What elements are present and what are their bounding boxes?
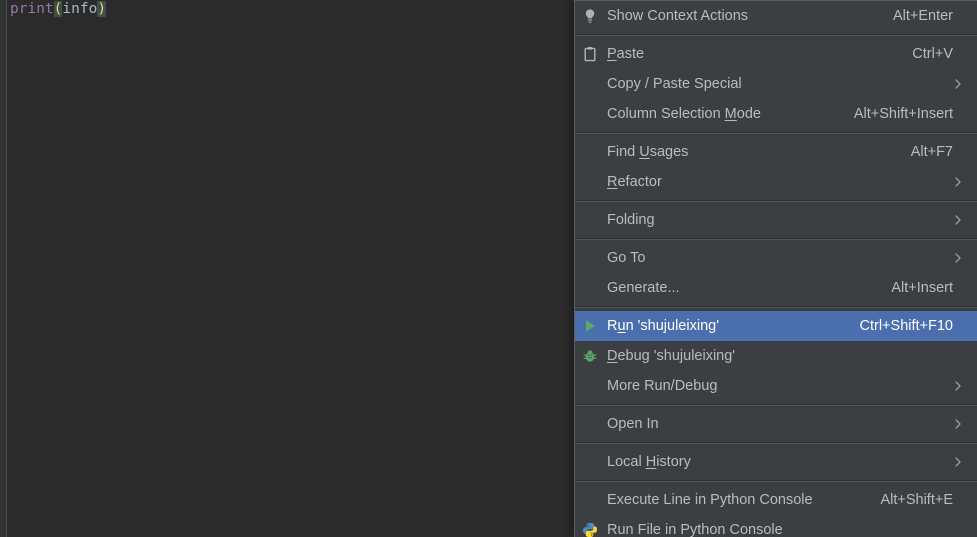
menu-item-label: Copy / Paste Special xyxy=(607,76,742,92)
menu-separator xyxy=(575,442,977,444)
menu-item-run-file-in-python-console[interactable]: Run File in Python Console xyxy=(575,515,977,537)
menu-item-icon-slot xyxy=(575,69,605,99)
context-menu[interactable]: Show Context Actions Alt+Enter Paste Ctrl+V… xyxy=(574,0,977,537)
menu-item-open-in[interactable]: Open In xyxy=(575,409,977,439)
menu-item-shortcut: Ctrl+Shift+F10 xyxy=(859,318,954,334)
menu-separator xyxy=(575,306,977,308)
menu-item-label: Folding xyxy=(607,212,655,228)
context-menu-list: Show Context Actions Alt+Enter Paste Ctrl+V… xyxy=(575,1,977,537)
menu-item-label: Debug 'shujuleixing' xyxy=(607,348,736,364)
menu-item-folding[interactable]: Folding xyxy=(575,205,977,235)
menu-item-label: Local History xyxy=(607,454,691,470)
menu-separator xyxy=(575,132,977,134)
menu-item-icon-slot xyxy=(575,205,605,235)
menu-item-shortcut: Alt+Insert xyxy=(891,280,953,296)
menu-item-label: Generate... xyxy=(607,280,680,296)
menu-item-debug-shujuleixing[interactable]: Debug 'shujuleixing' xyxy=(575,341,977,371)
menu-item-label: Go To xyxy=(607,250,646,266)
menu-item-run-shujuleixing[interactable]: Run 'shujuleixing' Ctrl+Shift+F10 xyxy=(575,311,977,341)
lightbulb-icon xyxy=(575,1,605,31)
chevron-right-icon xyxy=(953,380,967,392)
screen: print(info) Show Context Actions Alt+Ente… xyxy=(0,0,977,537)
menu-item-icon-slot xyxy=(575,273,605,303)
menu-separator xyxy=(575,480,977,482)
menu-item-copy-paste-special[interactable]: Copy / Paste Special xyxy=(575,69,977,99)
menu-item-icon-slot xyxy=(575,243,605,273)
menu-item-shortcut: Alt+Shift+E xyxy=(880,492,953,508)
menu-item-icon-slot xyxy=(575,371,605,401)
menu-item-shortcut: Alt+Enter xyxy=(892,8,953,24)
menu-item-shortcut: Ctrl+V xyxy=(912,46,953,62)
menu-item-label: Refactor xyxy=(607,174,662,190)
chevron-right-icon xyxy=(953,418,967,430)
menu-item-label: Paste xyxy=(607,46,645,62)
menu-item-icon-slot xyxy=(575,137,605,167)
menu-separator xyxy=(575,404,977,406)
code-token-function: print xyxy=(10,1,54,17)
menu-item-icon-slot xyxy=(575,99,605,129)
menu-item-shortcut: Alt+Shift+Insert xyxy=(853,106,953,122)
python-icon xyxy=(575,515,605,537)
menu-item-label: More Run/Debug xyxy=(607,378,718,394)
menu-item-icon-slot xyxy=(575,409,605,439)
menu-item-find-usages[interactable]: Find Usages Alt+F7 xyxy=(575,137,977,167)
chevron-right-icon xyxy=(953,252,967,264)
menu-item-icon-slot xyxy=(575,485,605,515)
debug-icon xyxy=(575,341,605,371)
chevron-right-icon xyxy=(953,214,967,226)
menu-separator xyxy=(575,200,977,202)
menu-item-go-to[interactable]: Go To xyxy=(575,243,977,273)
menu-item-label: Execute Line in Python Console xyxy=(607,492,813,508)
menu-item-label: Run File in Python Console xyxy=(607,522,783,537)
chevron-right-icon xyxy=(953,78,967,90)
menu-item-execute-line-in-python-console[interactable]: Execute Line in Python Console Alt+Shift+… xyxy=(575,485,977,515)
menu-item-label: Column Selection Mode xyxy=(607,106,761,122)
menu-item-icon-slot xyxy=(575,167,605,197)
menu-item-shortcut: Alt+F7 xyxy=(910,144,953,160)
menu-separator xyxy=(575,34,977,36)
menu-separator xyxy=(575,238,977,240)
menu-item-refactor[interactable]: Refactor xyxy=(575,167,977,197)
menu-item-generate[interactable]: Generate... Alt+Insert xyxy=(575,273,977,303)
clipboard-icon xyxy=(575,39,605,69)
menu-item-icon-slot xyxy=(575,447,605,477)
chevron-right-icon xyxy=(953,456,967,468)
chevron-right-icon xyxy=(953,176,967,188)
menu-item-paste[interactable]: Paste Ctrl+V xyxy=(575,39,977,69)
menu-item-label: Find Usages xyxy=(607,144,689,160)
code-line-1: print(info) xyxy=(10,0,107,19)
code-token-close-paren: ) xyxy=(97,1,107,17)
menu-item-show-context-actions[interactable]: Show Context Actions Alt+Enter xyxy=(575,1,977,31)
menu-item-label: Show Context Actions xyxy=(607,8,749,24)
menu-item-label: Run 'shujuleixing' xyxy=(607,318,719,334)
menu-item-label: Open In xyxy=(607,416,659,432)
code-token-argument: info xyxy=(62,1,98,17)
menu-item-column-selection-mode[interactable]: Column Selection Mode Alt+Shift+Insert xyxy=(575,99,977,129)
menu-item-more-run-debug[interactable]: More Run/Debug xyxy=(575,371,977,401)
menu-item-local-history[interactable]: Local History xyxy=(575,447,977,477)
run-icon xyxy=(575,311,605,341)
